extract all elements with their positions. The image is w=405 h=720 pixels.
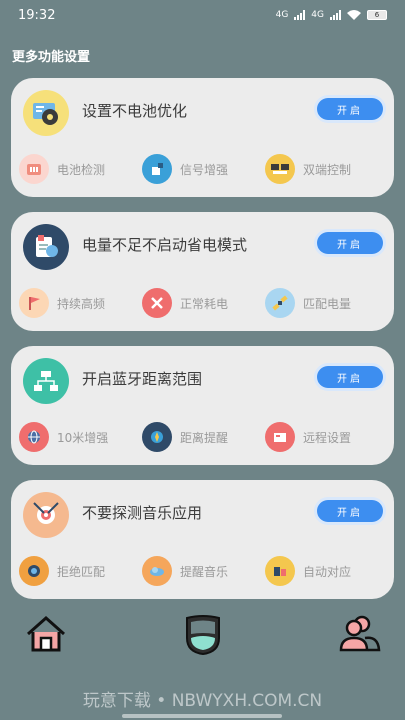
devices-icon: [265, 556, 295, 586]
feature-item[interactable]: 匹配电量: [265, 288, 388, 318]
shield-icon[interactable]: [181, 612, 225, 656]
feature-item[interactable]: 持续高频: [19, 288, 142, 318]
feature-label: 匹配电量: [303, 296, 352, 311]
enable-button[interactable]: 开启: [317, 98, 383, 120]
dual-control-icon: [265, 154, 295, 184]
setting-card-power-saving: 电量不足不启动省电模式 开启 持续高频 正常耗电 匹配电量: [11, 212, 394, 331]
network-range-icon: [23, 358, 69, 404]
wifi-icon: [347, 10, 361, 20]
feature-item[interactable]: 距离提醒: [142, 422, 265, 452]
signal-boost-icon: [142, 154, 172, 184]
satellite-icon: [265, 288, 295, 318]
feature-item[interactable]: 提醒音乐: [142, 556, 265, 586]
signal-icon-2: [330, 10, 341, 20]
compass-icon: [142, 422, 172, 452]
setting-card-battery-optimization: 设置不电池优化 开启 电池检测 信号增强 双端控制: [11, 78, 394, 197]
feature-row: 拒绝匹配 提醒音乐 自动对应: [19, 556, 389, 586]
network-label-2: 4G: [311, 10, 324, 20]
feature-label: 拒绝匹配: [57, 564, 106, 579]
status-icons: 4G 4G 6: [276, 10, 387, 20]
card-title: 开启蓝牙距离范围: [82, 370, 203, 388]
enable-button[interactable]: 开启: [317, 366, 383, 388]
speaker-icon: [19, 556, 49, 586]
feature-label: 自动对应: [303, 564, 352, 579]
feature-item[interactable]: 自动对应: [265, 556, 388, 586]
feature-label: 信号增强: [180, 162, 229, 177]
feature-label: 10米增强: [57, 430, 109, 445]
battery-icon: 6: [367, 10, 387, 20]
feature-row: 电池检测 信号增强 双端控制: [19, 154, 389, 184]
battery-test-icon: [19, 154, 49, 184]
feature-label: 远程设置: [303, 430, 352, 445]
feature-label: 提醒音乐: [180, 564, 229, 579]
feature-item[interactable]: 正常耗电: [142, 288, 265, 318]
feature-label: 正常耗电: [180, 296, 229, 311]
status-time: 19:32: [18, 7, 56, 23]
flag-icon: [19, 288, 49, 318]
home-icon[interactable]: [24, 612, 68, 656]
enable-button[interactable]: 开启: [317, 500, 383, 522]
feature-row: 持续高频 正常耗电 匹配电量: [19, 288, 389, 318]
feature-item[interactable]: 信号增强: [142, 154, 265, 184]
feature-row: 10米增强 距离提醒 远程设置: [19, 422, 389, 452]
card-title: 设置不电池优化: [82, 102, 188, 120]
feature-label: 电池检测: [57, 162, 106, 177]
target-icon: [23, 492, 69, 538]
gear-settings-icon: [23, 90, 69, 136]
feature-item[interactable]: 双端控制: [265, 154, 388, 184]
network-label-1: 4G: [275, 10, 289, 20]
users-icon[interactable]: [338, 612, 382, 656]
home-indicator[interactable]: [122, 714, 282, 718]
section-title: 更多功能设置: [12, 50, 91, 65]
feature-label: 距离提醒: [180, 430, 229, 445]
setting-card-music-detection: 不要探测音乐应用 开启 拒绝匹配 提醒音乐 自动对应: [11, 480, 394, 599]
watermark-text: 玩意下载 • NBWYXH.COM.CN: [82, 691, 323, 711]
feature-label: 持续高频: [57, 296, 106, 311]
feature-label: 双端控制: [303, 162, 352, 177]
feature-item[interactable]: 远程设置: [265, 422, 388, 452]
globe-icon: [19, 422, 49, 452]
feature-item[interactable]: 拒绝匹配: [19, 556, 142, 586]
status-bar: 19:32 4G 4G 6: [0, 0, 405, 30]
card-title: 电量不足不启动省电模式: [82, 236, 248, 254]
feature-item[interactable]: 电池检测: [19, 154, 142, 184]
tools-icon: [142, 288, 172, 318]
signal-icon: [294, 10, 306, 20]
music-cloud-icon: [142, 556, 172, 586]
feature-item[interactable]: 10米增强: [19, 422, 142, 452]
power-mode-icon: [23, 224, 69, 270]
enable-button[interactable]: 开启: [317, 232, 383, 254]
card-title: 不要探测音乐应用: [82, 504, 203, 522]
setting-card-bluetooth-range: 开启蓝牙距离范围 开启 10米增强 距离提醒 远程设置: [11, 346, 394, 465]
remote-panel-icon: [265, 422, 295, 452]
bottom-nav: [0, 608, 405, 658]
